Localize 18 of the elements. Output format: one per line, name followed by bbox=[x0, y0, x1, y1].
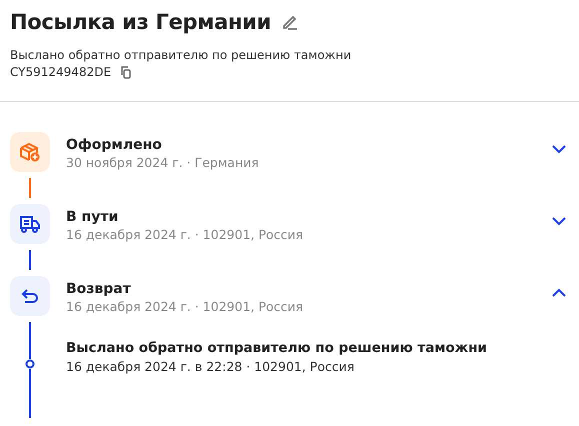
step-title: Оформлено bbox=[66, 137, 163, 153]
step-details: 16 декабря 2024 г. · 102901, Россия bbox=[66, 227, 304, 242]
step-details: 16 декабря 2024 г. · 102901, Россия bbox=[66, 299, 304, 314]
parcel-title: Посылка из Германии bbox=[10, 10, 272, 34]
event-details: 16 декабря 2024 г. в 22:28 · 102901, Россия bbox=[66, 359, 356, 374]
tracking-number: CY591249482DE bbox=[10, 65, 112, 79]
timeline-connector bbox=[29, 178, 31, 198]
timeline-connector bbox=[29, 250, 31, 270]
copy-icon[interactable] bbox=[119, 65, 132, 79]
step-title: Возврат bbox=[66, 281, 132, 297]
collapse-chevron-icon[interactable] bbox=[551, 288, 567, 298]
step-title: В пути bbox=[66, 209, 120, 225]
edit-icon[interactable] bbox=[281, 13, 300, 31]
event-title: Выслано обратно отправителю по решению таможни bbox=[66, 340, 487, 356]
step-details: 30 ноября 2024 г. · Германия bbox=[66, 155, 260, 170]
expand-chevron-icon[interactable] bbox=[551, 216, 567, 226]
expand-chevron-icon[interactable] bbox=[551, 144, 567, 154]
parcel-status: Выслано обратно отправителю по решению таможни bbox=[10, 48, 352, 62]
